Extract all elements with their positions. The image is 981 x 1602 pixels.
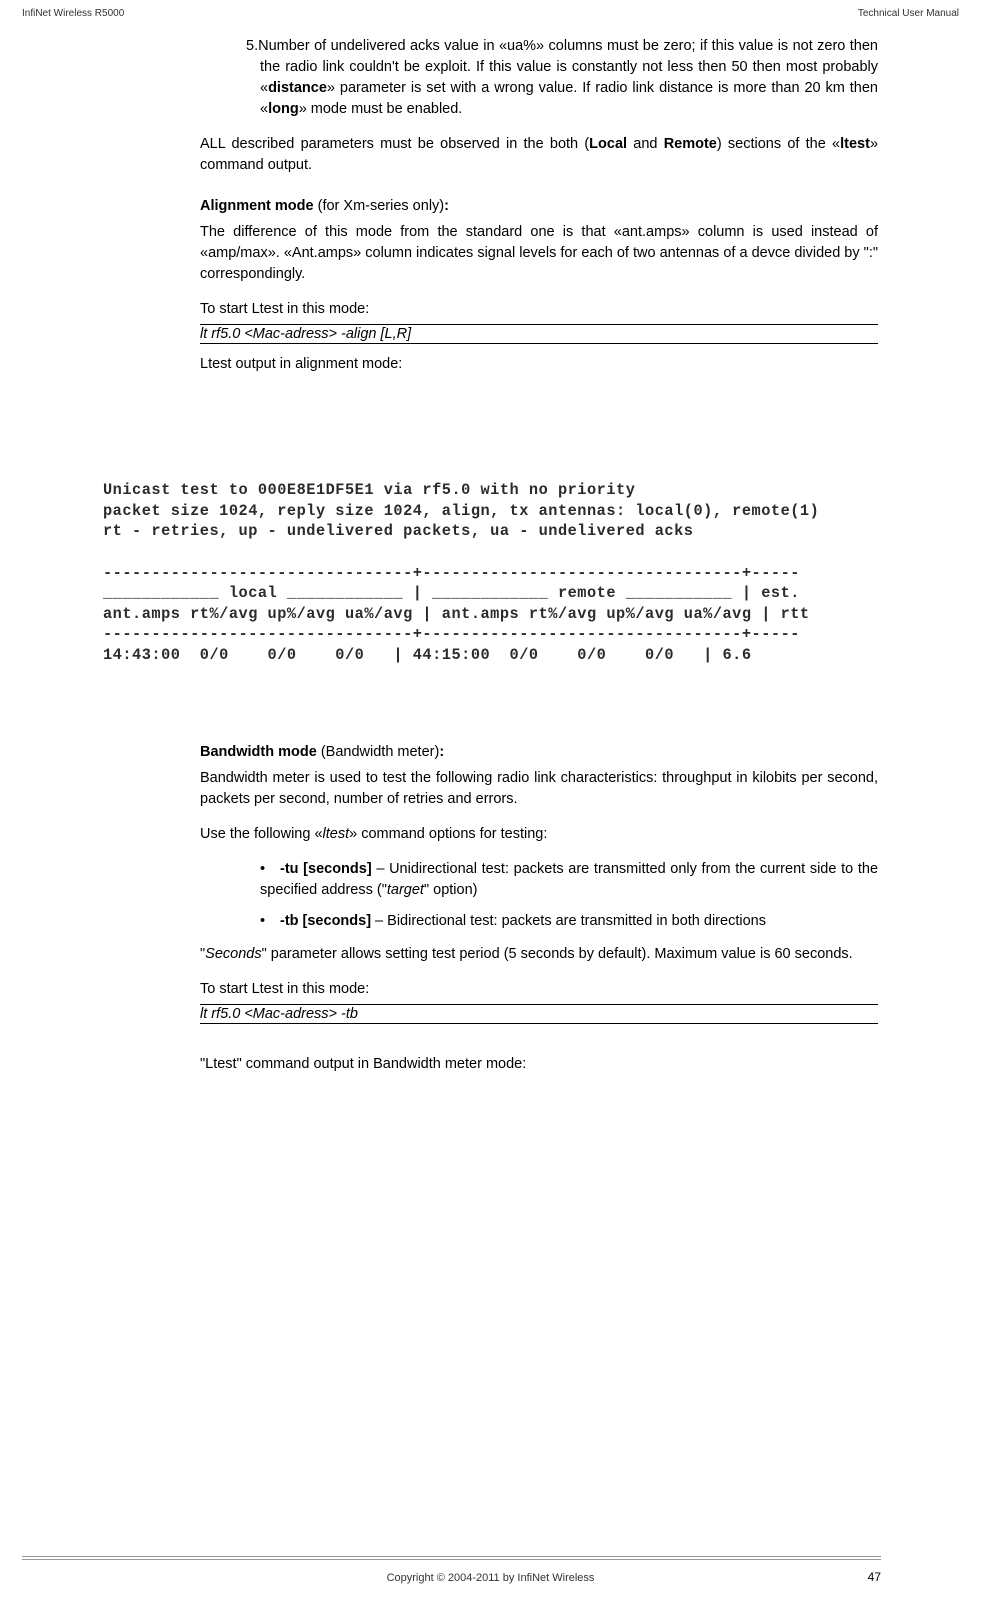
terminal-output-block: Unicast test to 000E8E1DF5E1 via rf5.0 w…: [103, 480, 878, 666]
alignment-desc: The difference of this mode from the sta…: [200, 222, 878, 285]
bandwidth-desc: Bandwidth meter is used to test the foll…: [200, 768, 878, 810]
list-item: •-tb [seconds] – Bidirectional test: pac…: [260, 911, 878, 932]
text: " option): [424, 882, 478, 898]
alignment-output-label: Ltest output in alignment mode:: [200, 354, 878, 375]
all-described-para: ALL described parameters must be observe…: [200, 134, 878, 176]
item-text-c: » mode must be enabled.: [299, 101, 463, 117]
page-header: InfiNet Wireless R5000 Technical User Ma…: [22, 8, 959, 19]
keyword-ltest: ltest: [840, 136, 870, 152]
main-content-2: Bandwidth mode (Bandwidth meter): Bandwi…: [200, 722, 878, 1089]
bw-output-label: "Ltest" command output in Bandwidth mete…: [200, 1054, 878, 1075]
keyword-seconds: Seconds: [205, 946, 261, 962]
keyword-distance: distance: [268, 80, 327, 96]
text: and: [627, 136, 664, 152]
heading-normal: (Bandwidth meter): [317, 744, 440, 760]
text: » command options for testing:: [349, 826, 547, 842]
text: " parameter allows setting test period (…: [262, 946, 853, 962]
options-list: •-tu [seconds] – Unidirectional test: pa…: [200, 859, 878, 932]
keyword-remote: Remote: [664, 136, 717, 152]
text: ) sections of the «: [717, 136, 840, 152]
bw-command: lt rf5.0 <Mac-adress> -tb: [200, 1004, 878, 1024]
bullet-icon: •: [260, 859, 280, 880]
keyword-local: Local: [589, 136, 627, 152]
seconds-para: "Seconds" parameter allows setting test …: [200, 944, 878, 965]
text: Bidirectional test: packets are transmit…: [387, 913, 766, 929]
alignment-start-label: To start Ltest in this mode:: [200, 299, 878, 320]
main-content: 5.Number of undelivered acks value in «u…: [200, 36, 878, 389]
bullet-icon: •: [260, 911, 280, 932]
text: ALL described parameters must be observe…: [200, 136, 589, 152]
text: Use the following «: [200, 826, 323, 842]
heading-bold: Bandwidth mode: [200, 744, 317, 760]
text: –: [372, 861, 389, 877]
option-flag: -tu [seconds]: [280, 861, 372, 877]
heading-bold: Alignment mode: [200, 198, 314, 214]
header-right: Technical User Manual: [858, 8, 959, 19]
item-number: 5.: [246, 38, 258, 54]
footer-rule: [22, 1556, 881, 1560]
header-left: InfiNet Wireless R5000: [22, 8, 124, 19]
bandwidth-mode-heading: Bandwidth mode (Bandwidth meter):: [200, 744, 878, 760]
bandwidth-options-label: Use the following «ltest» command option…: [200, 824, 878, 845]
page: InfiNet Wireless R5000 Technical User Ma…: [0, 0, 981, 1602]
page-number: 47: [868, 1570, 881, 1584]
keyword-ital: target: [387, 882, 424, 898]
alignment-mode-heading: Alignment mode (for Xm-series only):: [200, 198, 878, 214]
text: –: [371, 913, 387, 929]
option-flag: -tb [seconds]: [280, 913, 371, 929]
footer-copyright: Copyright © 2004-2011 by InfiNet Wireles…: [0, 1572, 981, 1584]
keyword-ltest-ital: ltest: [323, 826, 350, 842]
list-item: •-tu [seconds] – Unidirectional test: pa…: [260, 859, 878, 901]
list-item-5: 5.Number of undelivered acks value in «u…: [200, 36, 878, 120]
terminal-text: Unicast test to 000E8E1DF5E1 via rf5.0 w…: [103, 480, 878, 666]
heading-normal: (for Xm-series only): [314, 198, 445, 214]
heading-colon: :: [439, 744, 444, 760]
keyword-long: long: [268, 101, 299, 117]
bw-start-label: To start Ltest in this mode:: [200, 979, 878, 1000]
heading-colon: :: [444, 198, 449, 214]
alignment-command: lt rf5.0 <Mac-adress> -align [L,R]: [200, 324, 878, 344]
